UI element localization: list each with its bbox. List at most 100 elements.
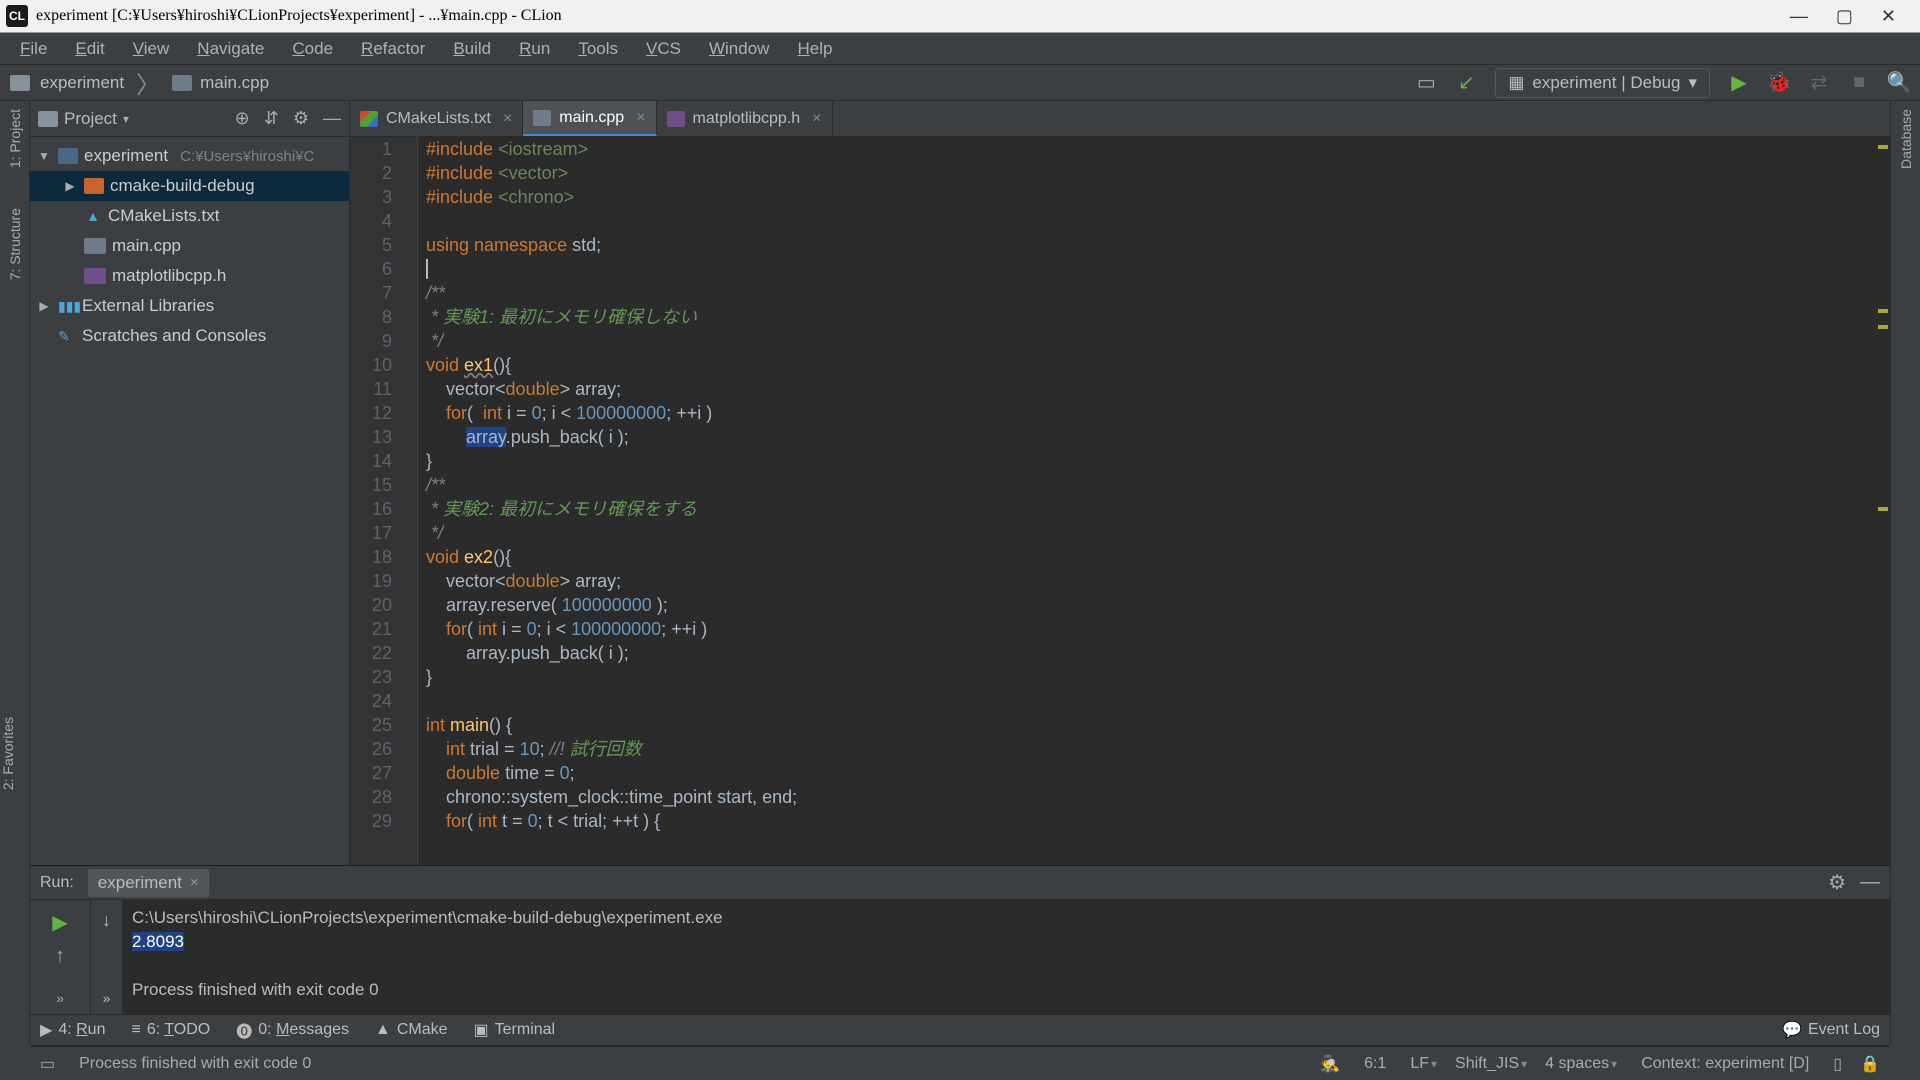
editor-tab[interactable]: CMakeLists.txt× [350, 101, 523, 136]
run-panel-header: Run: experiment × ⚙ — [30, 866, 1890, 900]
bottom-tab[interactable]: ⓿0: Messages [236, 1018, 349, 1042]
tree-root-label: experiment [84, 146, 168, 166]
menu-edit[interactable]: Edit [61, 35, 118, 63]
config-box-icon: ▦ [1508, 73, 1524, 93]
run-tab-label: experiment [98, 873, 182, 893]
error-stripe[interactable] [1876, 137, 1890, 865]
more-icon[interactable]: » [56, 990, 64, 1006]
left-toolwindow-bar: 1: Project 7: Structure [0, 101, 30, 1044]
bottom-tab[interactable]: ▶4: Run [40, 1020, 105, 1040]
editor-tabs: CMakeLists.txt×main.cpp×matplotlibcpp.h× [350, 101, 1890, 137]
window-controls: — ▢ ✕ [1772, 6, 1914, 27]
run-output[interactable]: C:\Users\hiroshi\CLionProjects\experimen… [122, 900, 1890, 1014]
more2-icon[interactable]: » [103, 990, 111, 1006]
tree-item[interactable]: ▲CMakeLists.txt [30, 201, 349, 231]
tree-root-path: C:¥Users¥hiroshi¥C [180, 148, 314, 165]
toolwindow-tab-structure[interactable]: 7: Structure [7, 208, 23, 280]
close-icon[interactable]: × [190, 874, 199, 891]
tree-item[interactable]: main.cpp [30, 231, 349, 261]
stop-icon[interactable]: ■ [1848, 72, 1870, 94]
close-icon[interactable]: ✕ [1881, 6, 1896, 27]
menu-window[interactable]: Window [695, 35, 783, 63]
gear-icon[interactable]: ⚙ [1828, 870, 1846, 895]
folder-icon [38, 111, 58, 127]
run-toolbar-2: ↓ » [90, 900, 122, 1014]
toolwindow-tab-database[interactable]: Database [1898, 109, 1914, 169]
speech-icon: 💬 [1782, 1020, 1802, 1040]
menu-build[interactable]: Build [439, 35, 505, 63]
rerun-icon[interactable]: ▶ [52, 910, 67, 935]
tree-root[interactable]: ▼ experiment C:¥Users¥hiroshi¥C [30, 141, 349, 171]
menu-run[interactable]: Run [505, 35, 564, 63]
maximize-icon[interactable]: ▢ [1836, 6, 1853, 27]
chevron-down-icon[interactable]: ▾ [123, 112, 129, 126]
menu-refactor[interactable]: Refactor [347, 35, 439, 63]
status-line-sep[interactable]: LF▾ [1410, 1055, 1437, 1073]
memory-icon[interactable]: ▯ [1833, 1054, 1842, 1074]
code-editor[interactable]: 1234567891011121314151617181920212223242… [350, 137, 1890, 865]
status-context[interactable]: Context: experiment [D] [1635, 1055, 1815, 1073]
toolwindow-tab-favorites[interactable]: 2: Favorites [0, 717, 16, 790]
debug-icon[interactable]: 🐞 [1768, 72, 1790, 94]
menu-file[interactable]: File [6, 35, 61, 63]
tree-scratches[interactable]: ✎ Scratches and Consoles [30, 321, 349, 351]
editor-tab[interactable]: matplotlibcpp.h× [657, 101, 833, 136]
hide-icon[interactable]: — [1860, 871, 1880, 894]
gear-icon[interactable]: ⚙ [293, 108, 309, 129]
bottom-tab[interactable]: ≡6: TODO [131, 1021, 210, 1039]
run-tab[interactable]: experiment × [88, 869, 209, 897]
close-icon[interactable]: × [503, 110, 512, 128]
toolwindow-tab-project[interactable]: 1: Project [7, 109, 23, 168]
bottom-tab[interactable]: ▣Terminal [474, 1020, 556, 1040]
bottom-tab[interactable]: ▲CMake [375, 1021, 448, 1039]
project-pane: Project ▾ ⊕ ⇵ ⚙ — ▼ experiment C:¥Users¥… [30, 101, 350, 865]
menu-view[interactable]: View [119, 35, 184, 63]
inspection-icon[interactable]: 🕵 [1320, 1054, 1340, 1074]
minimize-icon[interactable]: — [1790, 6, 1808, 27]
editor-tab[interactable]: main.cpp× [523, 101, 656, 136]
target-icon[interactable]: ⊕ [235, 108, 250, 129]
tree-external-libraries[interactable]: ▶ ▮▮▮ External Libraries [30, 291, 349, 321]
editor-area: CMakeLists.txt×main.cpp×matplotlibcpp.h×… [350, 101, 1890, 865]
status-encoding[interactable]: Shift_JIS▾ [1455, 1055, 1527, 1073]
breadcrumb-project[interactable]: experiment [40, 73, 124, 93]
h-file-icon [667, 111, 685, 127]
project-header-label[interactable]: Project [64, 109, 117, 129]
h-icon [84, 268, 106, 284]
cmake-icon: ▲ [84, 207, 102, 225]
up-icon[interactable]: ↑ [55, 945, 65, 968]
status-indent[interactable]: 4 spaces▾ [1545, 1055, 1617, 1073]
breadcrumb-file[interactable]: main.cpp [200, 73, 269, 93]
close-icon[interactable]: × [812, 110, 821, 128]
collapse-icon[interactable]: ⇵ [264, 108, 279, 129]
status-window-icon[interactable]: ▭ [40, 1054, 55, 1074]
down-icon[interactable]: ↓ [102, 910, 111, 931]
run-config-selector[interactable]: ▦ experiment | Debug ▾ [1495, 68, 1710, 98]
folder-icon [84, 178, 104, 194]
status-message: Process finished with exit code 0 [73, 1055, 317, 1073]
menu-vcs[interactable]: VCS [632, 35, 695, 63]
main-area: Project ▾ ⊕ ⇵ ⚙ — ▼ experiment C:¥Users¥… [30, 101, 1890, 1080]
menu-help[interactable]: Help [783, 35, 846, 63]
event-log-button[interactable]: 💬Event Log [1782, 1020, 1880, 1040]
monitor-icon[interactable]: ▭ [1415, 72, 1437, 94]
menu-code[interactable]: Code [278, 35, 347, 63]
cpp-file-icon [172, 75, 192, 91]
status-line-col[interactable]: 6:1 [1358, 1055, 1392, 1073]
run-icon[interactable]: ▶ [1728, 72, 1750, 94]
tab-icon: ⓿ [236, 1018, 252, 1042]
build-icon[interactable]: ↙ [1455, 72, 1477, 94]
menu-navigate[interactable]: Navigate [183, 35, 278, 63]
attach-icon[interactable]: ⇄ [1808, 72, 1830, 94]
menu-tools[interactable]: Tools [564, 35, 632, 63]
close-icon[interactable]: × [636, 109, 645, 127]
tree-item[interactable]: matplotlibcpp.h [30, 261, 349, 291]
toolwindow-tab-favorites-wrapper: 2: Favorites [0, 717, 30, 790]
search-icon[interactable]: 🔍 [1888, 72, 1910, 94]
code-text[interactable]: #include <iostream> #include <vector> #i… [418, 137, 1890, 865]
breadcrumb: experiment 〉 main.cpp [10, 65, 269, 100]
tree-item[interactable]: ▶cmake-build-debug [30, 171, 349, 201]
hide-icon[interactable]: — [323, 108, 341, 129]
lock-icon[interactable]: 🔒 [1860, 1054, 1880, 1074]
cmake-file-icon [360, 111, 378, 127]
